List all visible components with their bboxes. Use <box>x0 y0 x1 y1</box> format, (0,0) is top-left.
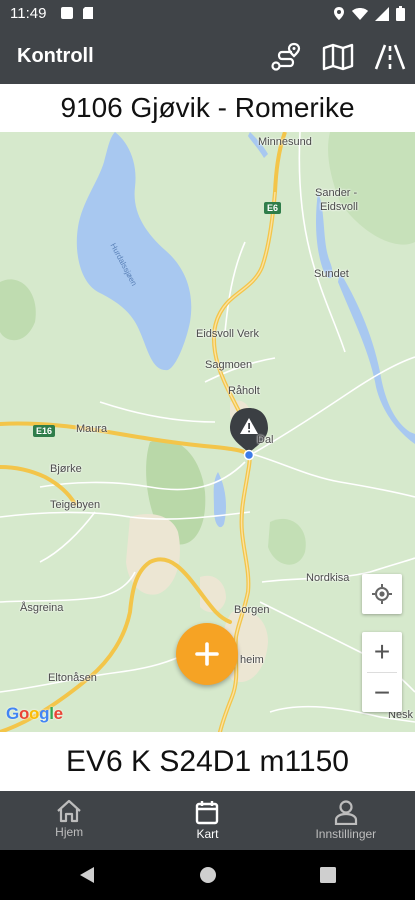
road-shield-e16: E16 <box>33 425 56 437</box>
place-label-sander: Sander - <box>315 187 358 199</box>
place-label-jessheim: heim <box>240 654 264 666</box>
road-button[interactable] <box>371 40 409 74</box>
nav-label-settings: Innstillinger <box>315 827 377 841</box>
recents-icon[interactable] <box>320 867 336 883</box>
wifi-icon <box>352 8 368 20</box>
map-icon <box>322 43 354 71</box>
road-icon <box>374 44 406 70</box>
place-label-teigebyen: Teigebyen <box>50 499 101 511</box>
route-icon <box>271 42 301 71</box>
nav-label-home: Hjem <box>55 825 84 839</box>
zoom-in-button[interactable]: + <box>362 632 402 672</box>
calendar-icon <box>196 801 219 825</box>
map-button[interactable] <box>319 40 357 74</box>
battery-icon <box>396 6 405 21</box>
app-title: Kontroll <box>17 45 94 67</box>
place-label-sundet: Sundet <box>314 268 349 280</box>
zoom-out-button[interactable]: − <box>362 673 402 713</box>
status-bar: 11:49 <box>0 0 415 28</box>
place-label-bjorke: Bjørke <box>50 463 82 475</box>
nav-item-settings[interactable]: Innstillinger <box>277 791 415 850</box>
home-icon <box>57 799 81 823</box>
home-circle-icon[interactable] <box>199 866 217 884</box>
nav-label-map: Kart <box>196 827 219 841</box>
place-label-eltonasen: Eltonåsen <box>48 672 97 684</box>
plus-icon <box>195 642 219 666</box>
app-notification-icon <box>61 7 73 19</box>
add-button[interactable] <box>176 623 238 685</box>
bottom-nav: Hjem Kart Innstillinger <box>0 791 415 850</box>
nav-item-map[interactable]: Kart <box>138 791 276 850</box>
app-bar: Kontroll <box>0 28 415 84</box>
route-button[interactable] <box>267 40 305 74</box>
location-icon <box>334 7 344 20</box>
place-label-borgen: Borgen <box>234 604 270 616</box>
place-label-sagmoen: Sagmoen <box>205 359 253 371</box>
road-shield-e6: E6 <box>264 202 282 214</box>
system-navigation-bar <box>0 850 415 900</box>
sd-card-icon <box>83 7 93 19</box>
place-label-asgreina: Åsgreina <box>20 602 64 614</box>
place-label-eidsvoll-verk: Eidsvoll Verk <box>196 328 259 340</box>
place-label-minnesund: Minnesund <box>258 136 312 148</box>
route-title: 9106 Gjøvik - Romerike <box>0 84 415 132</box>
zoom-controls: + − <box>362 632 402 712</box>
nav-item-home[interactable]: Hjem <box>0 791 138 850</box>
place-label-raholt: Råholt <box>228 385 260 397</box>
my-location-button[interactable] <box>362 574 402 614</box>
back-icon[interactable] <box>79 866 95 884</box>
place-label-nordkisa: Nordkisa <box>306 572 350 584</box>
my-location-icon <box>372 584 392 604</box>
google-logo: Google <box>6 704 63 723</box>
signal-icon <box>375 6 389 21</box>
place-label-eidsvoll: Eidsvoll <box>320 201 358 213</box>
status-time: 11:49 <box>10 5 47 22</box>
place-label-dal: Dal <box>257 434 274 446</box>
road-reference: EV6 K S24D1 m1150 <box>0 732 415 791</box>
place-label-maura: Maura <box>76 423 108 435</box>
person-icon <box>334 800 357 825</box>
